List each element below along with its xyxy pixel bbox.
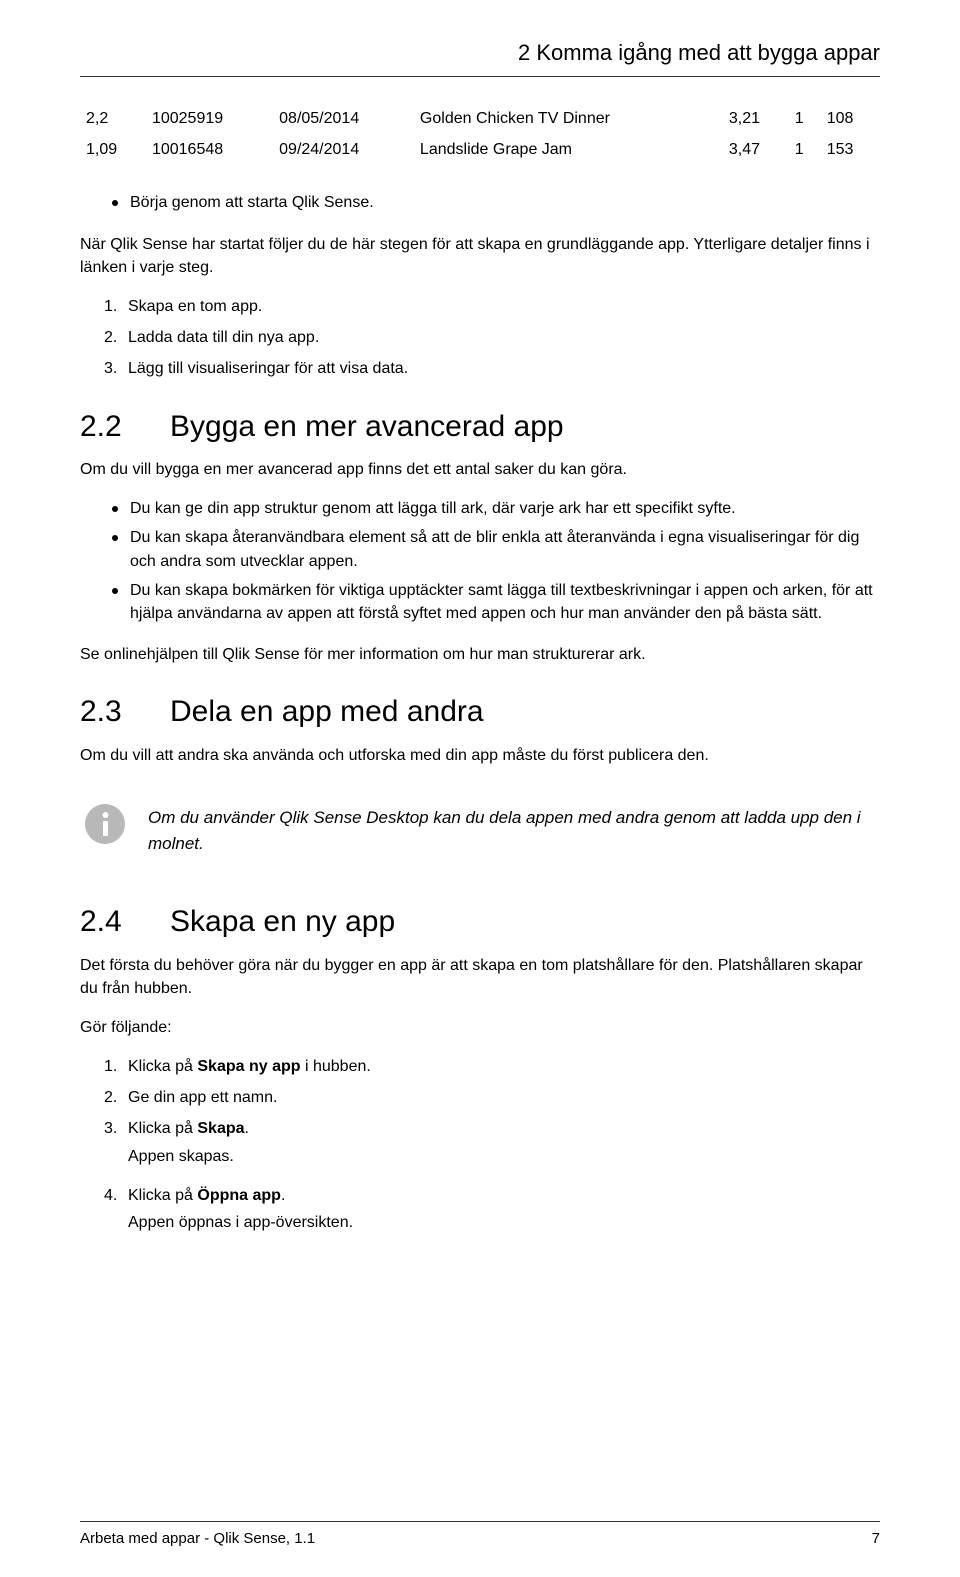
cell: 2,2 [80,103,146,134]
list-item: 3.Lägg till visualiseringar för att visa… [104,357,880,380]
cell: 3,47 [723,134,789,165]
page-number: 7 [872,1530,880,1547]
step-marker: 1. [104,295,128,318]
step-pre: Klicka på [128,1187,197,1204]
section-2-2-bullets: Du kan ge din app struktur genom att läg… [80,497,880,625]
page: 2 Komma igång med att bygga appar 2,2 10… [0,0,960,1577]
step-subline: Appen skapas. [104,1145,880,1168]
section-2-3-intro: Om du vill att andra ska använda och utf… [80,744,880,767]
step-marker: 1. [104,1055,128,1078]
running-header: 2 Komma igång med att bygga appar [80,40,880,76]
cell: 153 [821,134,880,165]
list-item: 1.Klicka på Skapa ny app i hubben. [104,1055,880,1078]
section-2-2-heading: 2.2Bygga en mer avancerad app [80,405,880,449]
section-title: Dela en app med andra [170,695,484,728]
section-2-4-intro: Det första du behöver göra när du bygger… [80,954,880,1000]
step-subline: Appen öppnas i app-översikten. [104,1211,880,1234]
section-number: 2.4 [80,900,170,944]
section-2-3-heading: 2.3Dela en app med andra [80,690,880,734]
cell: 1,09 [80,134,146,165]
step-pre: Klicka på [128,1058,197,1075]
step-marker: 2. [104,326,128,349]
list-item: Du kan skapa återanvändbara element så a… [112,526,880,572]
section-number: 2.3 [80,690,170,734]
info-icon [84,803,126,852]
step-marker: 3. [104,357,128,380]
step-post: . [281,1187,285,1204]
cell: 08/05/2014 [273,103,414,134]
page-footer: Arbeta med appar - Qlik Sense, 1.1 7 [80,1521,880,1547]
list-item: 2.Ge din app ett namn. [104,1086,880,1109]
list-item: 1.Skapa en tom app. [104,295,880,318]
cell: Landslide Grape Jam [414,134,723,165]
section-2-4-lead: Gör följande: [80,1016,880,1039]
list-item: Du kan skapa bokmärken för viktiga upptä… [112,579,880,625]
list-item: Börja genom att starta Qlik Sense. [112,191,880,214]
step-marker: 3. [104,1117,128,1140]
cell: 1 [789,103,821,134]
step-text: Lägg till visualiseringar för att visa d… [128,360,408,377]
list-item: 3.Klicka på Skapa. Appen skapas. [104,1117,880,1167]
step-text: Skapa en tom app. [128,298,262,315]
content-area: 2,2 10025919 08/05/2014 Golden Chicken T… [80,85,880,1234]
steps-list-a: 1.Skapa en tom app. 2.Ladda data till di… [80,295,880,381]
footer-rule: Arbeta med appar - Qlik Sense, 1.1 7 [80,1521,880,1547]
info-note: Om du använder Qlik Sense Desktop kan du… [80,783,880,876]
list-item: 4.Klicka på Öppna app. Appen öppnas i ap… [104,1184,880,1234]
cell: 3,21 [723,103,789,134]
table-row: 2,2 10025919 08/05/2014 Golden Chicken T… [80,103,880,134]
info-note-text: Om du använder Qlik Sense Desktop kan du… [148,803,870,856]
cell: 1 [789,134,821,165]
list-item: Du kan ge din app struktur genom att läg… [112,497,880,520]
list-item: 2.Ladda data till din nya app. [104,326,880,349]
steps-list-b: 1.Klicka på Skapa ny app i hubben. 2.Ge … [80,1055,880,1234]
cell: 10016548 [146,134,273,165]
cell: 108 [821,103,880,134]
section-title: Bygga en mer avancerad app [170,410,564,443]
cell: Golden Chicken TV Dinner [414,103,723,134]
header-rule: 2 Komma igång med att bygga appar [80,40,880,77]
data-table: 2,2 10025919 08/05/2014 Golden Chicken T… [80,103,880,165]
step-pre: Klicka på [128,1120,197,1137]
step-marker: 4. [104,1184,128,1207]
step-bold: Skapa [197,1120,244,1137]
intro-paragraph: När Qlik Sense har startat följer du de … [80,233,880,279]
cell: 09/24/2014 [273,134,414,165]
step-marker: 2. [104,1086,128,1109]
table-row: 1,09 10016548 09/24/2014 Landslide Grape… [80,134,880,165]
step-post: . [245,1120,249,1137]
step-pre: Ge din app ett namn. [128,1089,277,1106]
section-title: Skapa en ny app [170,905,395,938]
step-bold: Öppna app [197,1187,281,1204]
step-bold: Skapa ny app [197,1058,300,1075]
step-post: i hubben. [301,1058,371,1075]
section-2-2-after: Se onlinehjälpen till Qlik Sense för mer… [80,643,880,666]
start-bullet-list: Börja genom att starta Qlik Sense. [80,191,880,214]
footer-left: Arbeta med appar - Qlik Sense, 1.1 [80,1530,315,1547]
cell: 10025919 [146,103,273,134]
section-number: 2.2 [80,405,170,449]
section-2-2-intro: Om du vill bygga en mer avancerad app fi… [80,458,880,481]
section-2-4-heading: 2.4Skapa en ny app [80,900,880,944]
step-text: Ladda data till din nya app. [128,329,319,346]
